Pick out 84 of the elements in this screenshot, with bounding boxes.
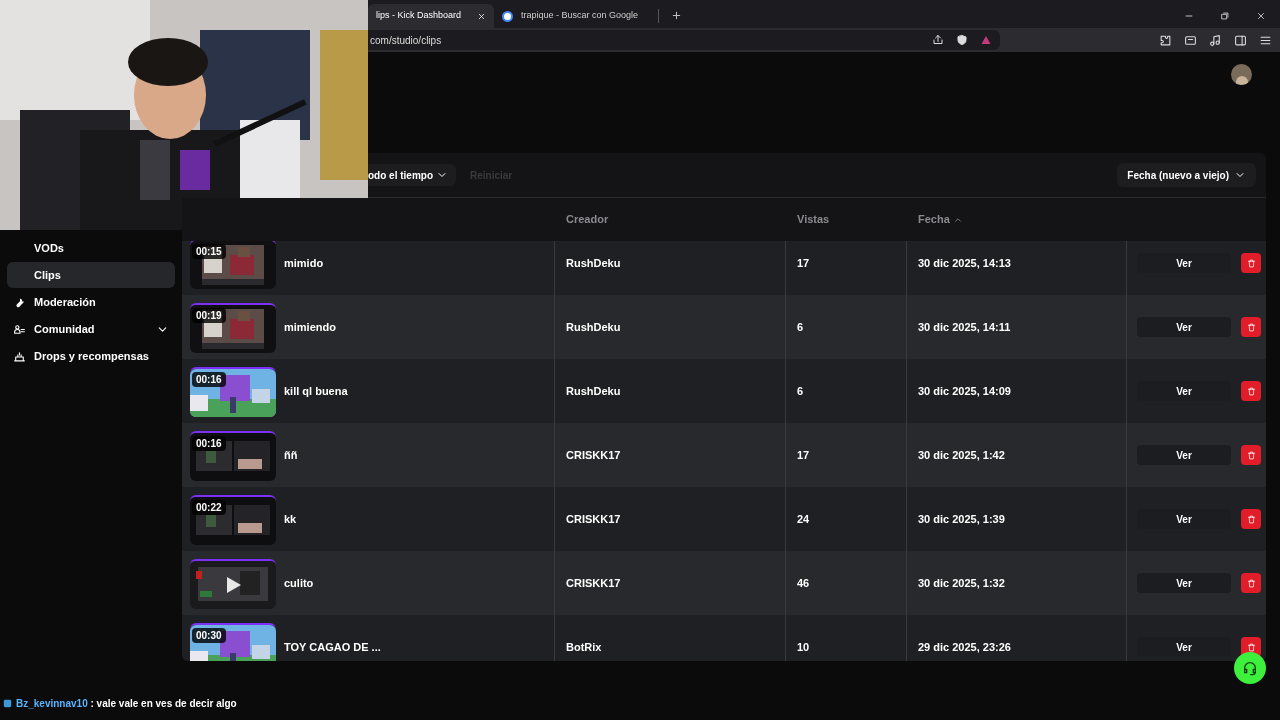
- clip-date: 30 dic 2025, 14:13: [918, 255, 1011, 271]
- sidebar-item[interactable]: VODs: [7, 235, 175, 261]
- view-button[interactable]: Ver: [1137, 381, 1231, 401]
- browser-tab[interactable]: trapique - Buscar con Google: [494, 4, 654, 28]
- view-button[interactable]: Ver: [1137, 573, 1231, 593]
- creator-name: RushDeku: [566, 383, 621, 399]
- delete-button[interactable]: [1241, 317, 1261, 337]
- view-count: 24: [797, 511, 810, 527]
- close-icon: [477, 11, 486, 21]
- creator-name: RushDeku: [566, 255, 621, 271]
- sidebar-item[interactable]: Moderación: [7, 289, 175, 315]
- creator-name: CRISKK17: [566, 575, 621, 591]
- duration-badge: 00:19: [192, 308, 226, 323]
- view-button[interactable]: Ver: [1137, 509, 1231, 529]
- people-icon: [13, 322, 26, 336]
- trash-icon: [1246, 322, 1256, 332]
- view-count: 10: [797, 639, 810, 655]
- browser-tab[interactable]: lips - Kick Dashboard: [368, 4, 494, 28]
- view-button[interactable]: Ver: [1137, 317, 1231, 337]
- avatar[interactable]: [1231, 64, 1252, 85]
- period-dropdown[interactable]: odo el tiempo: [368, 164, 456, 186]
- help-button[interactable]: [1234, 652, 1266, 684]
- clip-title: ññ: [284, 447, 298, 463]
- close-icon: [1256, 11, 1266, 21]
- sort-dropdown[interactable]: Fecha (nuevo a viejo): [1117, 163, 1256, 187]
- view-button[interactable]: Ver: [1137, 253, 1231, 273]
- chat-message: Bz_kevinnav10 : vale vale en ves de decir algo: [16, 696, 237, 711]
- duration-badge: 00:22: [192, 500, 226, 515]
- clip-title: TOY CAGAO DE ...: [284, 639, 381, 655]
- view-button[interactable]: Ver: [1137, 637, 1231, 657]
- column-header[interactable]: Creador: [566, 211, 609, 228]
- share-icon: [932, 34, 944, 46]
- duration-badge: 00:15: [192, 244, 226, 259]
- view-button[interactable]: Ver: [1137, 445, 1231, 465]
- clip-date: 30 dic 2025, 1:32: [918, 575, 1005, 591]
- clip-date: 30 dic 2025, 14:09: [918, 383, 1011, 399]
- puzzle-icon: [1159, 33, 1172, 47]
- clip-title: mimiendo: [284, 319, 336, 335]
- delete-button[interactable]: [1241, 381, 1261, 401]
- new-tab-icon: [671, 10, 682, 21]
- clip-title: kill ql buena: [284, 383, 348, 399]
- clip-title: mimido: [284, 255, 324, 271]
- creator-name: BotRix: [566, 639, 602, 655]
- triangle-icon: [980, 34, 992, 46]
- sidebar-item[interactable]: Drops y recompensas: [7, 343, 175, 369]
- column-header[interactable]: Fecha: [918, 211, 950, 228]
- restore-icon: [1220, 11, 1230, 21]
- clip-date: 30 dic 2025, 1:39: [918, 511, 1005, 527]
- clip-title: culito: [284, 575, 314, 591]
- column-header[interactable]: Vistas: [797, 211, 830, 228]
- view-count: 6: [797, 319, 804, 335]
- headset-icon: [1242, 660, 1258, 676]
- creator-name: RushDeku: [566, 319, 621, 335]
- delete-button[interactable]: [1241, 253, 1261, 273]
- clip-date: 30 dic 2025, 14:11: [918, 319, 1011, 335]
- trash-icon: [1246, 386, 1256, 396]
- sidebar-item[interactable]: Clips: [7, 262, 175, 288]
- duration-badge: 00:16: [192, 436, 226, 451]
- creator-name: CRISKK17: [566, 511, 621, 527]
- trash-icon: [1246, 514, 1256, 524]
- delete-button[interactable]: [1241, 509, 1261, 529]
- music-icon: [1209, 33, 1222, 47]
- shield-icon: [956, 34, 968, 46]
- view-count: 17: [797, 447, 810, 463]
- delete-button[interactable]: [1241, 573, 1261, 593]
- creator-name: CRISKK17: [566, 447, 621, 463]
- reader-icon: [1184, 33, 1197, 47]
- delete-button[interactable]: [1241, 445, 1261, 465]
- clip-date: 29 dic 2025, 23:26: [918, 639, 1011, 655]
- sidebar-icon: [1234, 33, 1247, 47]
- trash-icon: [1246, 642, 1256, 652]
- trash-icon: [1246, 578, 1256, 588]
- trash-icon: [1246, 450, 1256, 460]
- view-count: 17: [797, 255, 810, 271]
- clip-title: kk: [284, 511, 297, 527]
- duration-badge: 00:16: [192, 372, 226, 387]
- trash-icon: [1246, 258, 1256, 268]
- view-count: 46: [797, 575, 810, 591]
- clip-date: 30 dic 2025, 1:42: [918, 447, 1005, 463]
- view-count: 6: [797, 383, 804, 399]
- address-bar[interactable]: com/studio/clips: [368, 30, 1000, 50]
- sidebar-item[interactable]: Comunidad: [7, 316, 175, 342]
- duration-badge: 00:30: [192, 628, 226, 643]
- badge-icon: [2, 697, 13, 709]
